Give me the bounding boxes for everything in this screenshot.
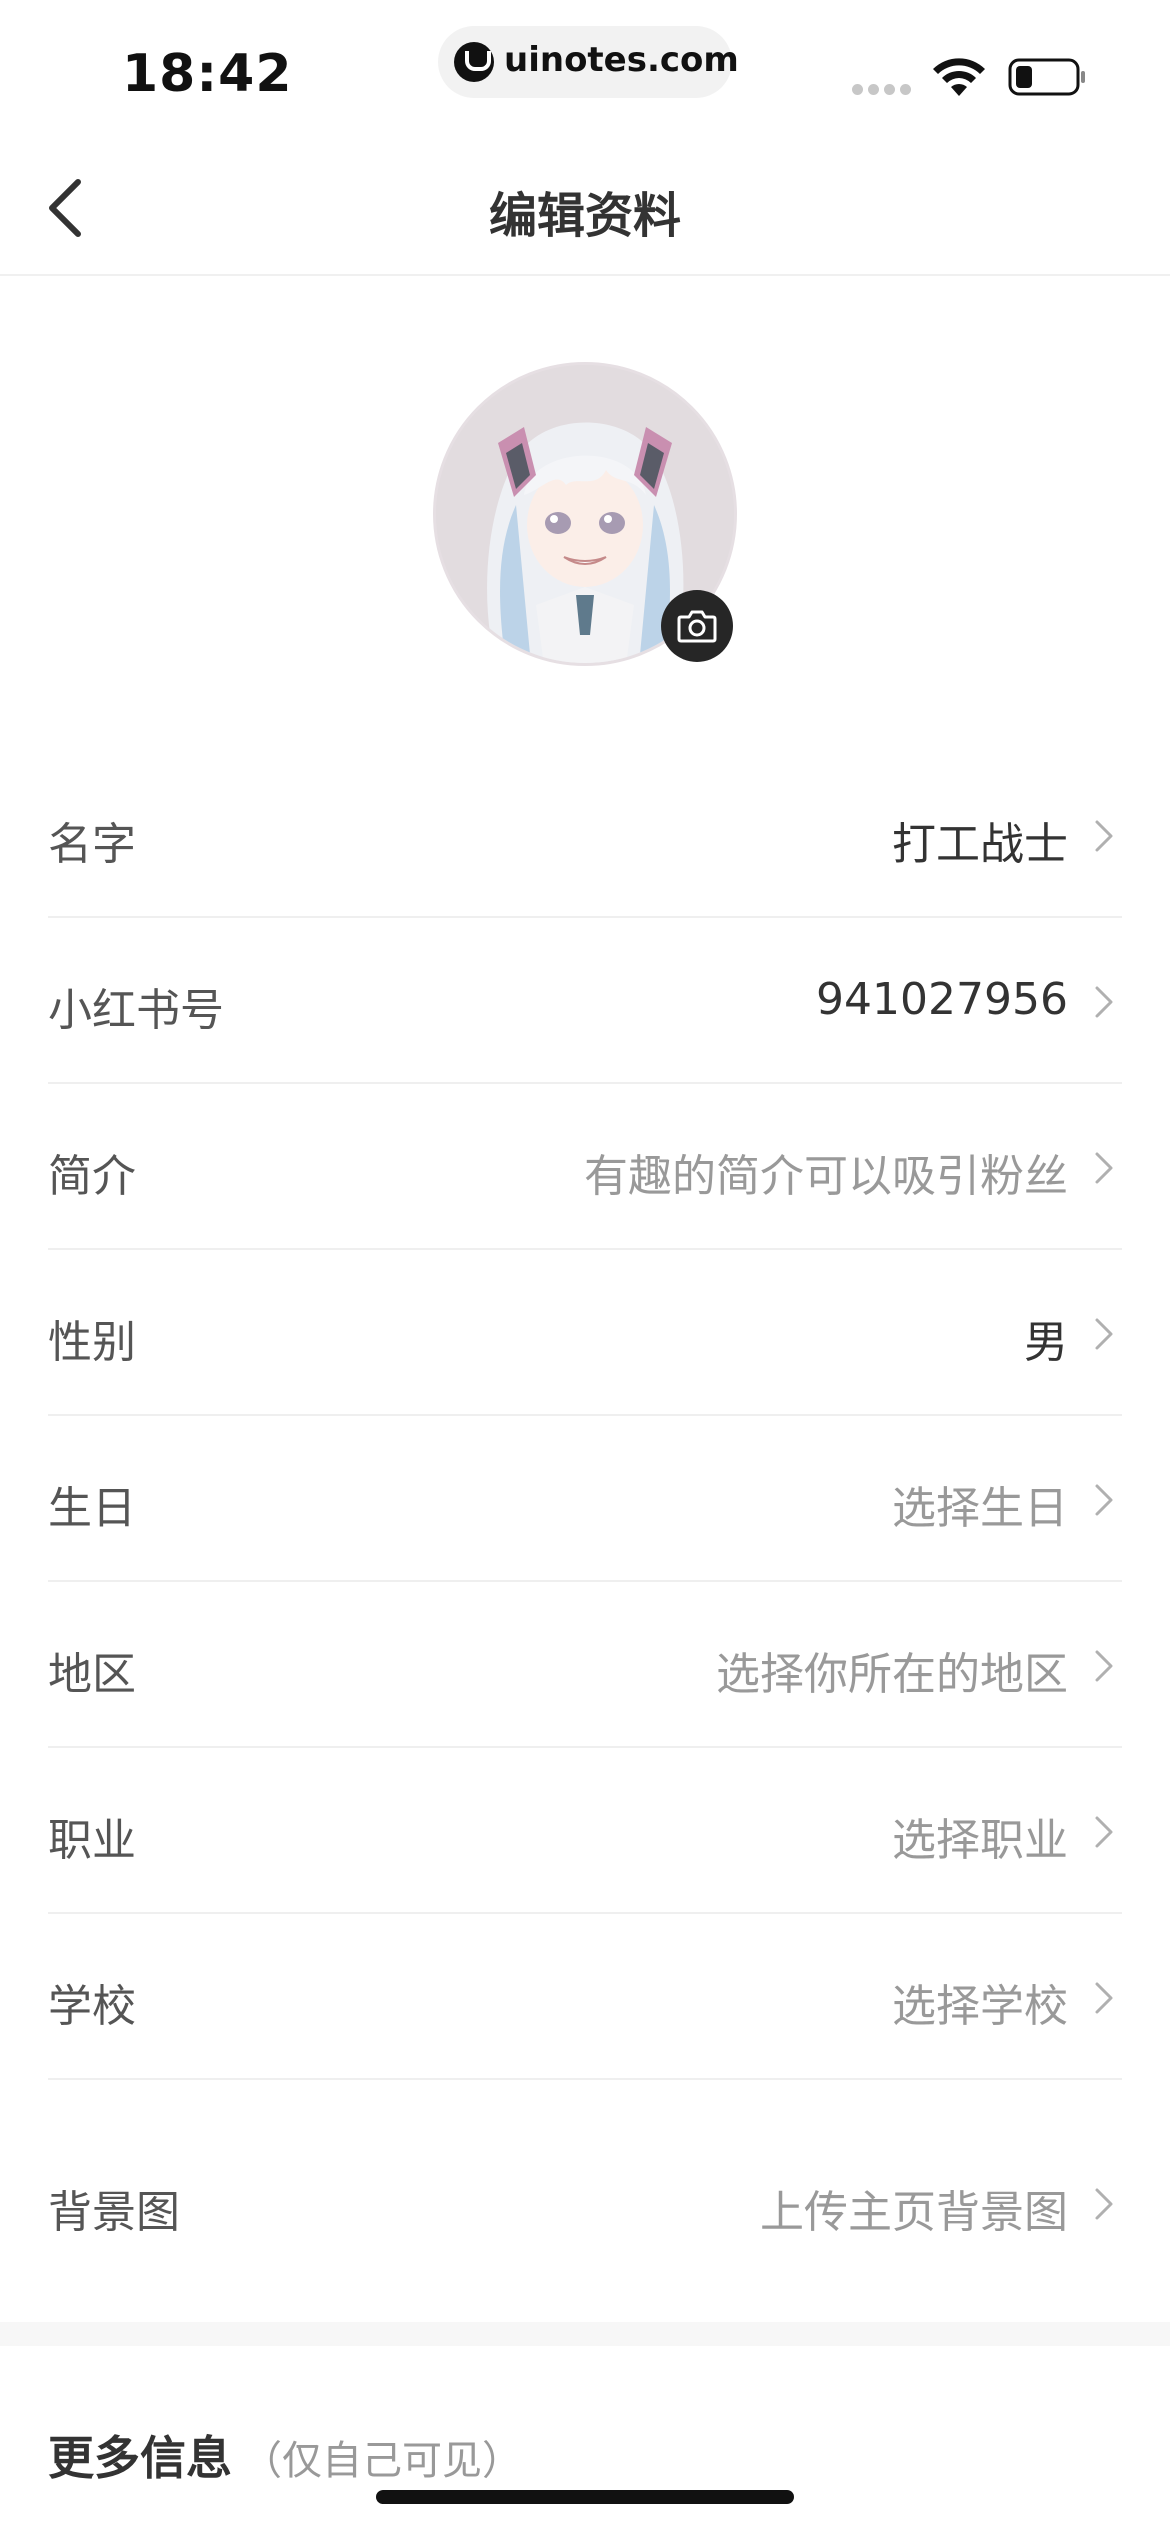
- row-value-placeholder: 上传主页背景图: [760, 2187, 1068, 2238]
- home-indicator[interactable]: [376, 2490, 794, 2504]
- section-divider: [0, 2322, 1170, 2346]
- avatar-container[interactable]: [433, 362, 737, 666]
- status-bar: 18:42 uinotes.com: [0, 0, 1170, 140]
- url-pill[interactable]: uinotes.com: [438, 26, 739, 98]
- row-region[interactable]: 地区 选择你所在的地区: [48, 1582, 1122, 1748]
- row-birthday[interactable]: 生日 选择生日: [48, 1416, 1122, 1582]
- chevron-right-icon: [1095, 1318, 1113, 1350]
- row-value-placeholder: 选择学校: [892, 1981, 1068, 2032]
- row-value-placeholder: 选择职业: [892, 1815, 1068, 1866]
- wifi-icon: [933, 58, 985, 96]
- row-name[interactable]: 名字 打工战士: [48, 752, 1122, 918]
- chevron-right-icon: [1095, 1152, 1113, 1184]
- signal-icon: [852, 84, 912, 96]
- camera-icon: [677, 610, 717, 643]
- chevron-right-icon: [1095, 2188, 1113, 2220]
- more-info-note: （仅自己可见）: [242, 2438, 522, 2484]
- row-label: 背景图: [48, 2187, 180, 2238]
- row-occupation[interactable]: 职业 选择职业: [48, 1748, 1122, 1914]
- nav-header: 编辑资料: [0, 140, 1170, 276]
- row-gender[interactable]: 性别 男: [48, 1250, 1122, 1416]
- row-label: 生日: [48, 1483, 136, 1534]
- url-text: uinotes.com: [504, 40, 739, 80]
- battery-icon: [1008, 58, 1085, 96]
- row-value: 男: [1024, 1317, 1068, 1368]
- more-info-title: 更多信息: [48, 2431, 232, 2485]
- row-label: 性别: [48, 1317, 136, 1368]
- row-label: 职业: [48, 1815, 136, 1866]
- page-title: 编辑资料: [488, 188, 681, 244]
- row-label: 小红书号: [48, 985, 224, 1036]
- chevron-right-icon: [1095, 986, 1113, 1018]
- chevron-right-icon: [1095, 1484, 1113, 1516]
- chevron-right-icon: [1095, 1816, 1113, 1848]
- row-label: 简介: [48, 1151, 136, 1202]
- change-avatar-button[interactable]: [661, 590, 733, 662]
- row-bio[interactable]: 简介 有趣的简介可以吸引粉丝: [48, 1084, 1122, 1250]
- row-background-image[interactable]: 背景图 上传主页背景图: [48, 2080, 1122, 2310]
- more-info-header: 更多信息 （仅自己可见）: [48, 2422, 522, 2488]
- status-time: 18:42: [122, 44, 293, 104]
- profile-form: 名字 打工战士 小红书号 941027956 简介 有趣的简介可以吸引粉丝 性别…: [48, 752, 1122, 2310]
- chevron-right-icon: [1095, 1982, 1113, 2014]
- row-value-placeholder: 选择生日: [892, 1483, 1068, 1534]
- row-label: 地区: [48, 1649, 136, 1700]
- row-xiaohongshu-id[interactable]: 小红书号 941027956: [48, 918, 1122, 1084]
- row-school[interactable]: 学校 选择学校: [48, 1914, 1122, 2080]
- row-value-placeholder: 有趣的简介可以吸引粉丝: [584, 1151, 1068, 1202]
- row-label: 学校: [48, 1981, 136, 2032]
- row-label: 名字: [48, 819, 136, 870]
- row-value: 941027956: [816, 974, 1068, 1025]
- row-value-placeholder: 选择你所在的地区: [716, 1649, 1068, 1700]
- row-value: 打工战士: [892, 819, 1068, 870]
- chevron-right-icon: [1095, 1650, 1113, 1682]
- chevron-right-icon: [1095, 820, 1113, 852]
- site-logo-icon: [454, 42, 494, 82]
